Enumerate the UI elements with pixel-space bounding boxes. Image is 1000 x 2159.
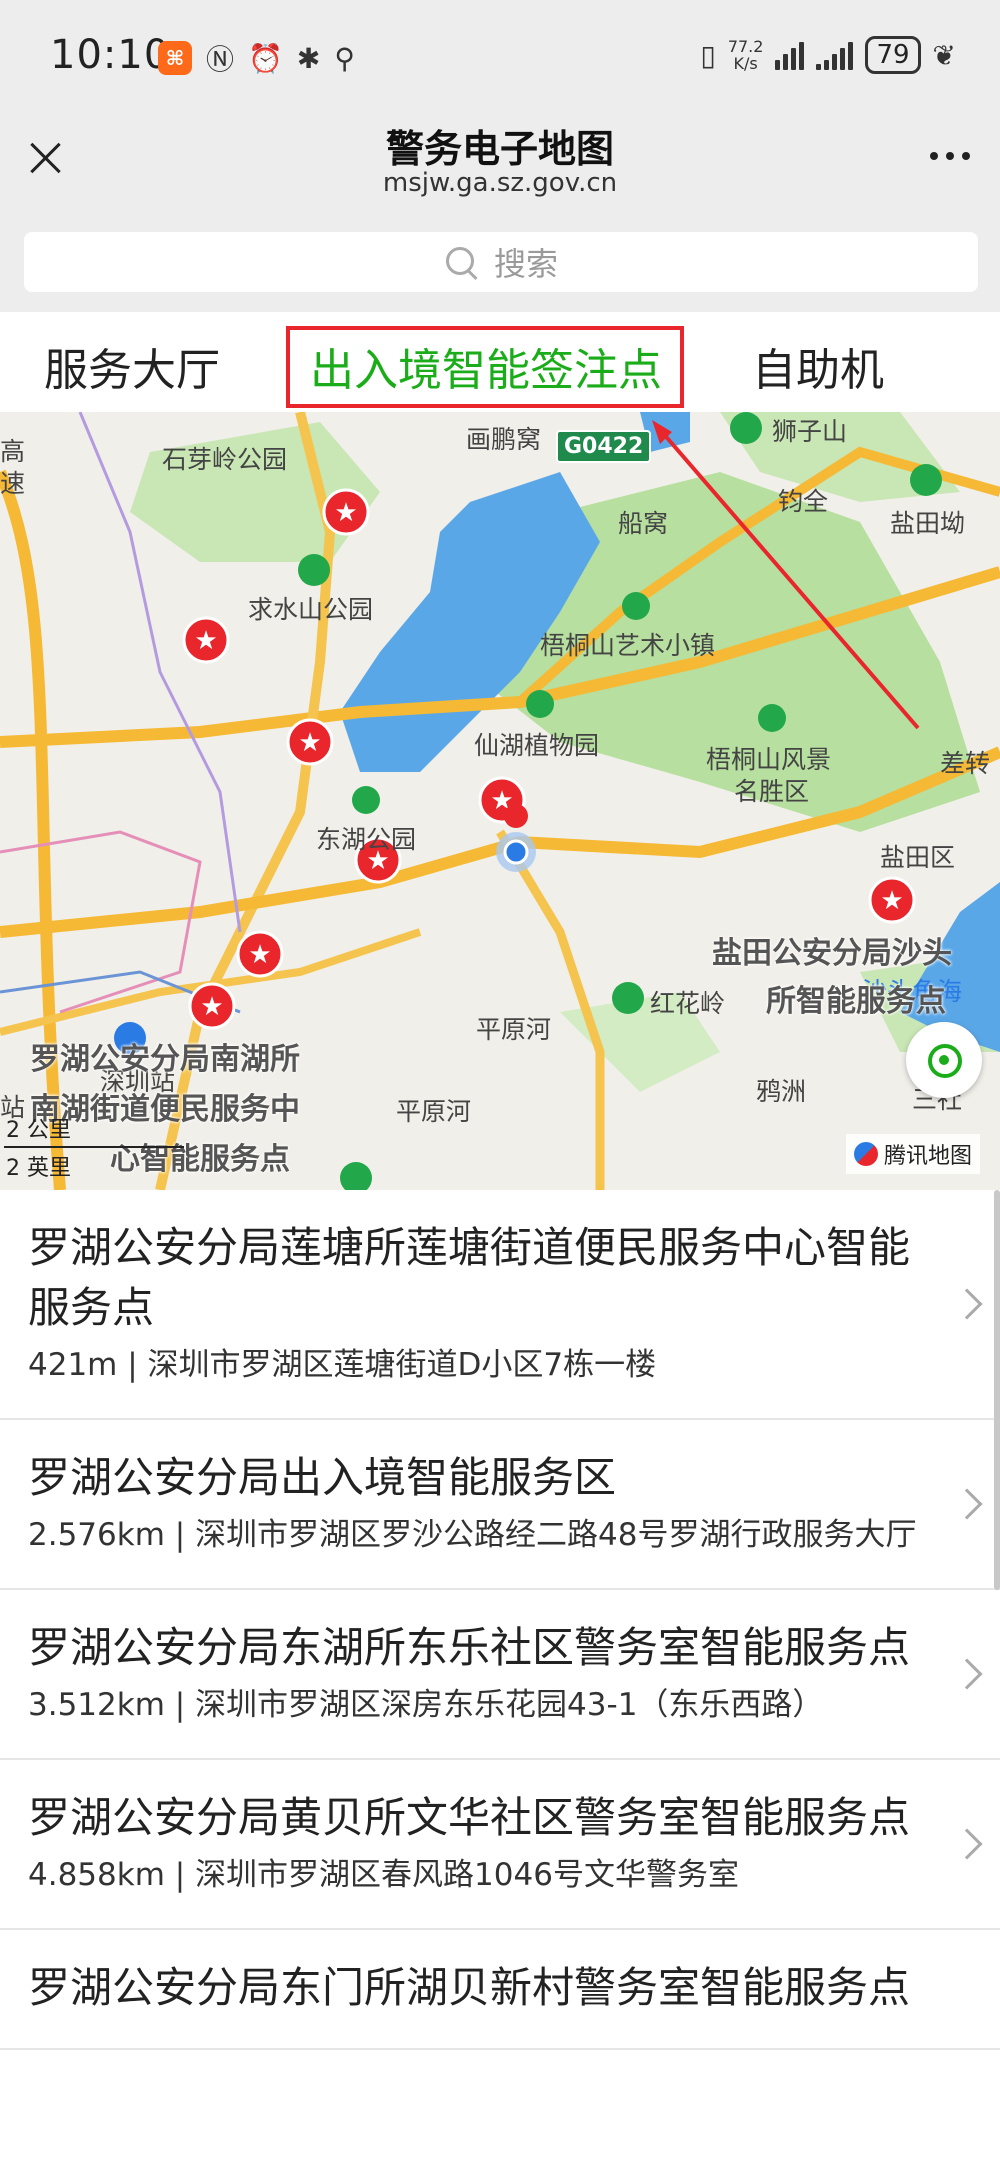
item-distance: 4.858km <box>28 1857 165 1893</box>
search-placeholder: 搜索 <box>493 245 558 283</box>
list-item[interactable]: 罗湖公安分局黄贝所文华社区警务室智能服务点 4.858km | 深圳市罗湖区春风… <box>0 1760 1000 1930</box>
item-distance: 2.576km <box>28 1517 165 1553</box>
item-name: 罗湖公安分局莲塘所莲塘街道便民服务中心智能服务点 <box>28 1223 911 1332</box>
tab-service-hall[interactable]: 服务大厅 <box>44 334 220 398</box>
battery-indicator: 79 <box>865 36 921 74</box>
item-meta: 4.858km | 深圳市罗湖区春风路1046号文华警务室 <box>28 1857 739 1893</box>
search-icon <box>444 245 478 279</box>
map-label: 红花岭 <box>650 989 726 1018</box>
vibrate-icon: ▯ <box>700 38 716 72</box>
item-name: 罗湖公安分局黄贝所文华社区警务室智能服务点 <box>28 1793 911 1842</box>
list-item[interactable]: 罗湖公安分局东湖所东乐社区警务室智能服务点 3.512km | 深圳市罗湖区深房… <box>0 1590 1000 1760</box>
map-label: 船窝 <box>618 509 669 538</box>
map-label: 鸦洲 <box>756 1077 807 1106</box>
item-address: 深圳市罗湖区莲塘街道D小区7栋一楼 <box>147 1347 657 1383</box>
item-name: 罗湖公安分局出入境智能服务区 <box>28 1453 617 1502</box>
chevron-right-icon <box>951 1488 983 1520</box>
svg-text:★: ★ <box>880 886 903 916</box>
attribution-text: 腾讯地图 <box>883 1144 972 1169</box>
signal-icon <box>775 40 805 70</box>
item-name: 罗湖公安分局东门所湖贝新村警务室智能服务点 <box>28 1963 911 2012</box>
title-bar: 警务电子地图 msjw.ga.sz.gov.cn <box>0 108 1000 212</box>
map-label: 梧桐山风景 <box>706 745 832 774</box>
alarm-icon: ⏰ <box>248 41 283 75</box>
poi-label: 所智能服务点 <box>766 984 946 1019</box>
item-distance: 3.512km <box>28 1687 165 1723</box>
search-input[interactable]: 搜索 <box>24 232 978 292</box>
page-url: msjw.ga.sz.gov.cn <box>382 168 618 198</box>
status-icons-right: ▯ 77.2 K/s 79 ❦ <box>700 36 956 74</box>
list-item[interactable]: 罗湖公安分局东门所湖贝新村警务室智能服务点 <box>0 1930 1000 2050</box>
map-label: 求水山公园 <box>248 595 374 624</box>
map-label: 画鹏窝 <box>466 425 542 454</box>
locate-button[interactable] <box>906 1022 982 1098</box>
list-item[interactable]: 罗湖公安分局莲塘所莲塘街道便民服务中心智能服务点 421m | 深圳市罗湖区莲塘… <box>0 1190 1000 1420</box>
map-label: 高 <box>0 437 26 466</box>
svg-text:★: ★ <box>334 498 357 528</box>
item-meta: 2.576km | 深圳市罗湖区罗沙公路经二路48号罗湖行政服务大厅 <box>28 1517 917 1553</box>
map-label: 仙湖植物园 <box>474 731 600 760</box>
scrollbar[interactable] <box>994 1190 1000 1590</box>
item-meta: 421m | 深圳市罗湖区莲塘街道D小区7栋一楼 <box>28 1347 657 1383</box>
map-label: 钧全 <box>778 487 829 516</box>
page-title: 警务电子地图 <box>385 127 614 171</box>
chevron-right-icon <box>951 1828 983 1860</box>
signal-icon-2 <box>816 40 854 70</box>
map-label: 差转 <box>940 749 991 778</box>
map-label: 平原河 <box>476 1015 552 1044</box>
svg-text:★: ★ <box>200 992 223 1022</box>
scale-metric: 2 公里 <box>6 1118 71 1143</box>
speed-value: 77.2 <box>727 37 764 56</box>
item-name: 罗湖公安分局东湖所东乐社区警务室智能服务点 <box>28 1623 911 1672</box>
status-bar: 10:10 ⌘ Ⓝ ⏰ ✱ ⚲ ▯ 77.2 K/s 79 ❦ <box>0 0 1000 108</box>
list-item[interactable]: 罗湖公安分局出入境智能服务区 2.576km | 深圳市罗湖区罗沙公路经二路48… <box>0 1420 1000 1590</box>
map-view[interactable]: ★ ★ ★ ★ ★ ★ ★ ★ G0422 石芽岭公园 画鹏窝 狮子山 船窝 钧全 盐田坳… <box>0 412 1000 1190</box>
item-address: 深圳市罗湖区春风路1046号文华警务室 <box>195 1857 739 1893</box>
highlight-box <box>286 326 684 408</box>
item-address: 深圳市罗湖区罗沙公路经二路48号罗湖行政服务大厅 <box>195 1517 917 1553</box>
location-icon: ⚲ <box>334 41 355 75</box>
tab-self-service-machine[interactable]: 自助机 <box>752 334 884 398</box>
poi-label: 盐田公安分局沙头 <box>712 936 952 971</box>
leaf-icon: ❦ <box>932 38 956 72</box>
svg-text:★: ★ <box>194 626 217 656</box>
map-label: 盐田区 <box>880 843 956 872</box>
search-bar: 搜索 <box>0 212 1000 312</box>
status-icons-left: ⌘ Ⓝ ⏰ ✱ ⚲ <box>158 38 355 78</box>
road-badge: G0422 <box>556 430 652 463</box>
item-address: 深圳市罗湖区深房东乐花园43-1（东乐西路） <box>195 1687 824 1723</box>
status-time: 10:10 <box>50 32 171 78</box>
scale-imperial: 2 英里 <box>6 1156 71 1181</box>
app-icon: ⌘ <box>158 41 192 75</box>
map-label: 平原河 <box>396 1097 472 1126</box>
map-label: 狮子山 <box>772 417 848 446</box>
results-list: 罗湖公安分局莲塘所莲塘街道便民服务中心智能服务点 421m | 深圳市罗湖区莲塘… <box>0 1190 1000 2050</box>
map-attribution: 腾讯地图 <box>845 1134 980 1174</box>
tencent-map-icon <box>853 1142 878 1166</box>
map-label: 梧桐山艺术小镇 <box>540 631 716 660</box>
item-distance: 421m <box>28 1347 118 1383</box>
map-label: 名胜区 <box>734 777 810 806</box>
item-meta: 3.512km | 深圳市罗湖区深房东乐花园43-1（东乐西路） <box>28 1687 824 1723</box>
map-label: 东湖公园 <box>316 825 417 854</box>
nfc-icon: Ⓝ <box>206 43 235 76</box>
speed-unit: K/s <box>733 54 758 73</box>
more-options-button[interactable] <box>930 152 970 160</box>
bluetooth-icon: ✱ <box>296 41 321 75</box>
map-label: 速 <box>0 469 26 498</box>
map-label: 盐田坳 <box>890 509 966 538</box>
svg-text:★: ★ <box>248 940 271 970</box>
chevron-right-icon <box>951 1288 983 1320</box>
scale-bar <box>4 1146 184 1148</box>
map-scale: 2 公里 2 英里 <box>6 1112 71 1188</box>
network-speed: 77.2 K/s <box>728 38 764 72</box>
svg-text:★: ★ <box>298 728 321 758</box>
chevron-right-icon <box>951 1658 983 1690</box>
map-label: 石芽岭公园 <box>162 445 288 474</box>
poi-label: 罗湖公安分局南湖所 <box>30 1042 300 1077</box>
